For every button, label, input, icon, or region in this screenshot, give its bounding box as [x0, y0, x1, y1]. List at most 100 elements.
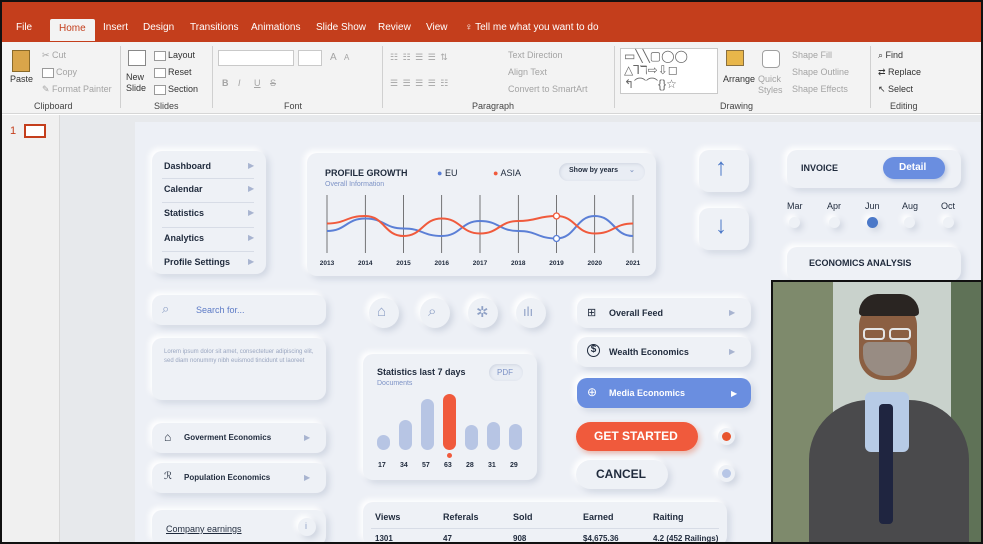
reset-icon: [154, 67, 166, 78]
toggle-knob: [722, 469, 731, 478]
underline-button[interactable]: U: [254, 78, 261, 88]
font-size-up-button[interactable]: A: [330, 52, 337, 63]
arrow-up-button[interactable]: ↑: [699, 150, 749, 192]
tab-view[interactable]: View: [426, 22, 448, 33]
tab-file[interactable]: File: [16, 22, 32, 33]
bullets-icon[interactable]: ☷ ☷ ☰ ☰ ⇅: [390, 52, 449, 63]
convert-smartart-button[interactable]: Convert to SmartArt: [508, 84, 588, 94]
divider: [614, 46, 615, 108]
tab-home[interactable]: Home: [50, 19, 95, 41]
format-painter-button[interactable]: ✎ Format Painter: [42, 84, 112, 95]
menu-item-statistics[interactable]: Statistics: [164, 208, 204, 218]
slide-thumbnail[interactable]: [24, 124, 46, 138]
table-header: Raiting: [653, 512, 684, 522]
search-round-button[interactable]: ⌕: [420, 298, 450, 328]
find-button[interactable]: ⌕ Find: [878, 50, 903, 61]
shapes-gallery[interactable]: ▭╲╲▢◯◯ △⅂ℸ⇨⇩◻ ↰⌒⌒{}☆: [620, 48, 718, 94]
paste-button[interactable]: Paste: [10, 74, 33, 84]
reset-button[interactable]: Reset: [154, 67, 192, 78]
align-icon[interactable]: ☰ ☰ ☰ ☰ ☷: [390, 78, 449, 89]
replace-button[interactable]: ⇄ Replace: [878, 67, 921, 78]
italic-button[interactable]: I: [238, 78, 241, 88]
invoice-card: INVOICE Detail: [787, 150, 961, 188]
toggle-orange[interactable]: [718, 428, 735, 445]
arrange-button[interactable]: Arrange: [723, 74, 755, 84]
section-icon: [154, 84, 166, 95]
toggle-blue[interactable]: [718, 465, 735, 482]
home-button[interactable]: ⌂: [369, 298, 399, 328]
slide-number: 1: [10, 125, 17, 137]
month-oct: Oct: [941, 201, 956, 211]
arrow-down-button[interactable]: ↓: [699, 208, 749, 250]
search-icon: ⌕: [428, 303, 437, 320]
tab-design[interactable]: Design: [143, 22, 174, 33]
overall-feed-item[interactable]: ⊞ Overall Feed ▶: [577, 298, 751, 328]
lorem-text: Lorem ipsum dolor sit amet, consectetuer…: [164, 349, 314, 364]
pdf-button[interactable]: PDF: [489, 364, 523, 381]
tab-animations[interactable]: Animations: [251, 22, 300, 33]
glasses-right: [889, 328, 911, 340]
search-box[interactable]: ⌕ Search for...: [152, 295, 326, 325]
divider: [162, 202, 254, 203]
new-slide-icon[interactable]: [128, 50, 146, 66]
month-dot-selected[interactable]: [867, 217, 878, 228]
font-size-select[interactable]: [298, 50, 322, 66]
table-cell: 4.2 (452 Railings): [653, 534, 719, 543]
select-button[interactable]: ↖ Select: [878, 84, 913, 95]
settings-button[interactable]: ✲: [468, 298, 498, 328]
font-size-down-button[interactable]: A: [344, 53, 349, 62]
ribbon-tabs: File Home Insert Design Transitions Anim…: [2, 14, 981, 42]
stats-button[interactable]: ılı: [516, 298, 546, 328]
detail-button[interactable]: Detail: [883, 157, 945, 179]
ribbon: Paste ✂ Cut Copy ✎ Format Painter Clipbo…: [2, 42, 981, 114]
align-text-button[interactable]: Align Text: [508, 67, 547, 77]
month-dot[interactable]: [904, 217, 915, 228]
font-name-select[interactable]: [218, 50, 294, 66]
media-economics-item[interactable]: ⊕ Media Economics ▶: [577, 378, 751, 408]
goverment-economics-item[interactable]: ⌂ Goverment Economics ▶: [152, 423, 326, 453]
brush-icon: ✎: [42, 84, 53, 94]
arrange-icon[interactable]: [726, 50, 744, 66]
clipboard-group-label: Clipboard: [34, 101, 73, 111]
month-dot[interactable]: [829, 217, 840, 228]
layout-button[interactable]: Layout: [154, 50, 195, 61]
menu-item-calendar[interactable]: Calendar: [164, 184, 203, 194]
font-group-label: Font: [284, 101, 303, 111]
wealth-economics-item[interactable]: $ Wealth Economics ▶: [577, 337, 751, 367]
info-button[interactable]: i: [298, 518, 316, 536]
cancel-button[interactable]: CANCEL: [576, 460, 668, 489]
bold-button[interactable]: B: [222, 78, 229, 88]
lorem-card: Lorem ipsum dolor sit amet, consectetuer…: [152, 338, 326, 400]
month-dot[interactable]: [789, 217, 800, 228]
paste-icon[interactable]: [12, 50, 30, 72]
strikethrough-button[interactable]: S: [270, 78, 276, 88]
tab-slide-show[interactable]: Slide Show: [316, 22, 366, 33]
month-dot[interactable]: [943, 217, 954, 228]
menu-item-analytics[interactable]: Analytics: [164, 233, 204, 243]
slides-group-label: Slides: [154, 101, 179, 111]
quick-styles-icon[interactable]: [762, 50, 780, 68]
tell-me-search[interactable]: ♀ Tell me what you want to do: [465, 22, 599, 33]
stat-value-label: 57: [422, 462, 430, 469]
tab-review[interactable]: Review: [378, 22, 411, 33]
menu-item-profile-settings[interactable]: Profile Settings: [164, 257, 230, 267]
copy-button[interactable]: Copy: [42, 67, 77, 78]
tab-insert[interactable]: Insert: [103, 22, 128, 33]
new-slide-button[interactable]: New Slide: [126, 72, 152, 94]
population-economics-item[interactable]: ℛ Population Economics ▶: [152, 463, 326, 493]
quick-styles-button[interactable]: Quick Styles: [758, 74, 786, 96]
table-header: Referals: [443, 512, 479, 522]
search-input[interactable]: Search for...: [196, 305, 245, 315]
company-earnings-card: Company earnings i: [152, 510, 326, 542]
chevron-right-icon: ▶: [248, 184, 255, 193]
tab-transitions[interactable]: Transitions: [190, 22, 239, 33]
text-direction-button[interactable]: Text Direction: [508, 50, 563, 60]
month-aug: Aug: [902, 201, 919, 211]
section-button[interactable]: Section: [154, 84, 198, 95]
get-started-button[interactable]: GET STARTED: [576, 422, 698, 451]
shape-outline-button[interactable]: Shape Outline: [792, 67, 849, 77]
shape-effects-button[interactable]: Shape Effects: [792, 84, 848, 94]
cut-button[interactable]: ✂ Cut: [42, 50, 66, 61]
shape-fill-button[interactable]: Shape Fill: [792, 50, 832, 60]
menu-item-dashboard[interactable]: Dashboard: [164, 161, 211, 171]
